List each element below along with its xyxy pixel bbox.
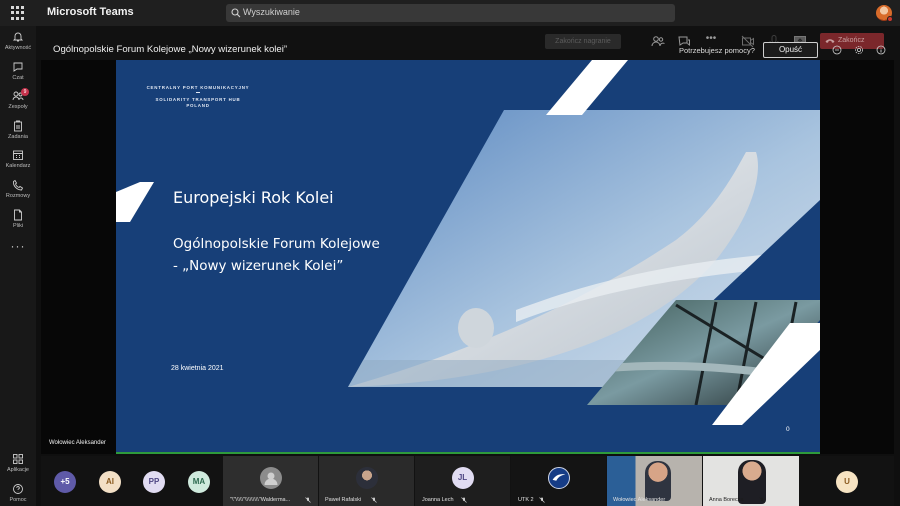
- participant-avatar[interactable]: AI: [99, 471, 121, 493]
- overflow-participants[interactable]: +5: [54, 471, 76, 493]
- rail-label: Czat: [12, 75, 24, 81]
- end-meeting-button[interactable]: Zakończ: [820, 33, 884, 49]
- apps-icon: [13, 454, 23, 464]
- rail-item-help[interactable]: Pomoc: [0, 481, 36, 506]
- participant-avatar[interactable]: MA: [188, 471, 210, 493]
- participant-tile[interactable]: UTK 2: [511, 456, 606, 506]
- captions-icon[interactable]: [832, 45, 842, 55]
- teams-badge: 9: [21, 88, 29, 96]
- participant-avatar[interactable]: U: [836, 471, 858, 493]
- search-icon: [231, 8, 241, 18]
- app-rail: Aktywność Czat 9 Zespoły Zadania Kalenda…: [0, 26, 36, 506]
- participants-strip: +5 AI PP MA "\"\\\\\"\\\\\\\\\"Walderma.…: [41, 456, 894, 506]
- participant-video-tile[interactable]: Wołowiec Aleksander: [607, 456, 702, 506]
- rail-label: Kalendarz: [5, 163, 31, 169]
- help-prompt: Potrzebujesz pomocy?: [679, 46, 755, 55]
- chat-icon: [13, 62, 23, 72]
- rail-label: Pomoc: [9, 497, 27, 503]
- mic-off-icon: [461, 497, 467, 503]
- slide-page-number: 0: [786, 426, 790, 433]
- logo-line-2: SOLIDARITY TRANSPORT HUB: [155, 97, 241, 102]
- participant-video-tile[interactable]: Anna Borecka: [703, 456, 799, 506]
- participant-initials: JL: [451, 467, 474, 489]
- slide-subtitle-line-2: - „Nowy wizerunek Kolei”: [173, 258, 344, 274]
- rail-item-apps[interactable]: Aplikacje: [0, 451, 36, 479]
- logo-line-1: CENTRALNY PORT KOMUNIKACYJNY: [146, 85, 250, 90]
- slide-subtitle-line-1: Ogólnopolskie Forum Kolejowe: [173, 236, 380, 252]
- files-icon: [14, 209, 22, 221]
- participant-avatar[interactable]: PP: [143, 471, 165, 493]
- recording-button[interactable]: Zakończ nagranie: [545, 34, 621, 49]
- settings-icon[interactable]: [854, 45, 864, 55]
- rail-item-calls[interactable]: Rozmowy: [0, 177, 36, 205]
- mic-off-icon: [759, 497, 765, 503]
- rail-item-teams[interactable]: 9 Zespoły: [0, 88, 36, 116]
- meeting-header: Ogólnopolskie Forum Kolejowe „Nowy wizer…: [36, 26, 900, 60]
- hang-up-icon: [825, 39, 835, 43]
- more-apps-icon[interactable]: ···: [0, 239, 36, 253]
- participant-name: Anna Borecka: [709, 497, 744, 503]
- generic-avatar-icon: [259, 467, 282, 489]
- participant-name: Joanna Lech: [422, 497, 454, 503]
- rail-item-calendar[interactable]: Kalendarz: [0, 147, 36, 175]
- participant-video: [645, 461, 671, 501]
- presentation-slide: CENTRALNY PORT KOMUNIKACYJNY SOLIDARITY …: [116, 60, 820, 453]
- calendar-icon: [13, 150, 23, 160]
- rail-item-assignments[interactable]: Zadania: [0, 118, 36, 146]
- logo-line-3: POLAND: [186, 103, 210, 108]
- search-input[interactable]: Wyszukiwanie: [226, 4, 675, 22]
- logo-divider: [196, 92, 200, 93]
- participant-name: Wołowiec Aleksander: [613, 497, 666, 503]
- status-badge: [887, 16, 893, 22]
- app-title: Microsoft Teams: [47, 6, 134, 18]
- rail-label: Zespoły: [8, 104, 28, 110]
- participant-tile[interactable]: Paweł Rafalski: [319, 456, 414, 506]
- participant-tile[interactable]: "\"\\\\\"\\\\\\\\\"Walderma...: [223, 456, 318, 506]
- assignments-icon: [14, 120, 22, 132]
- rail-item-activity[interactable]: Aktywność: [0, 29, 36, 57]
- rail-label: Zadania: [8, 134, 28, 140]
- participant-name: UTK 2: [518, 497, 534, 503]
- app-launcher-icon[interactable]: [11, 6, 25, 20]
- rail-label: Pliki: [12, 223, 24, 229]
- rail-item-chat[interactable]: Czat: [0, 59, 36, 87]
- rail-label: Aplikacje: [6, 467, 29, 473]
- end-meeting-label: Zakończ: [838, 37, 865, 44]
- search-placeholder: Wyszukiwanie: [243, 7, 300, 17]
- utk-logo-icon: [547, 467, 570, 489]
- participant-name: "\"\\\\\"\\\\\\\\\"Walderma...: [230, 497, 291, 503]
- info-icon[interactable]: [876, 45, 886, 55]
- active-speaker-bar: [116, 452, 820, 454]
- participants-icon[interactable]: [651, 34, 665, 48]
- help-icon: [13, 484, 23, 494]
- meeting-title: Ogólnopolskie Forum Kolejowe „Nowy wizer…: [53, 44, 288, 55]
- participant-tile[interactable]: JL Joanna Lech: [415, 456, 510, 506]
- participant-name: Paweł Rafalski: [325, 497, 362, 503]
- slide-heading: Europejski Rok Kolei: [173, 188, 334, 207]
- mic-off-icon: [305, 497, 311, 503]
- slide-date: 28 kwietnia 2021: [171, 365, 224, 372]
- phone-icon: [13, 179, 24, 191]
- mic-off-icon: [539, 497, 545, 503]
- leave-button[interactable]: Opuść: [763, 42, 818, 58]
- participant-photo: [355, 467, 378, 489]
- rail-label: Rozmowy: [5, 193, 31, 199]
- rail-item-files[interactable]: Pliki: [0, 207, 36, 235]
- rail-label: Aktywność: [4, 45, 32, 51]
- presenter-name: Wołowiec Aleksander: [49, 440, 106, 446]
- slide-graphic: [116, 60, 820, 453]
- mic-off-icon: [371, 497, 377, 503]
- title-bar: Microsoft Teams Wyszukiwanie: [0, 0, 900, 26]
- bell-icon: [12, 32, 24, 42]
